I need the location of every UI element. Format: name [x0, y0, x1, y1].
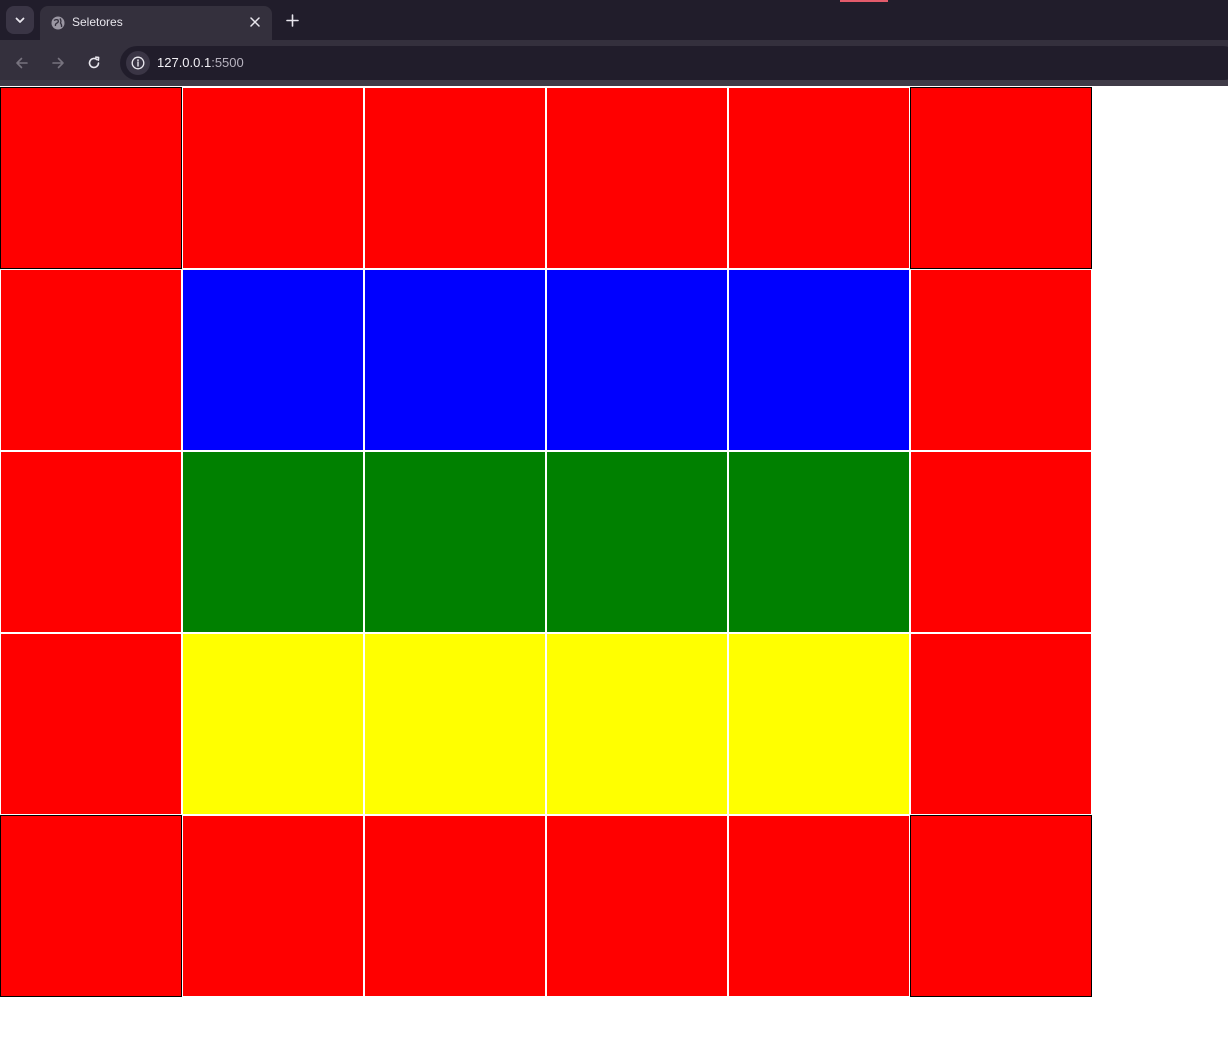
grid-box-blue: [546, 269, 728, 451]
globe-icon: [51, 16, 65, 30]
color-grid: [0, 87, 1092, 997]
arrow-right-icon: [52, 57, 64, 69]
grid-box-red: [910, 87, 1092, 269]
grid-box-red: [910, 269, 1092, 451]
tab-strip: Seletores: [0, 0, 1228, 40]
forward-button[interactable]: [46, 51, 70, 75]
reload-icon: [88, 56, 100, 69]
address-bar[interactable]: 127.0.0.1:5500: [120, 46, 1228, 80]
grid-box-red: [910, 633, 1092, 815]
grid-box-red: [910, 815, 1092, 997]
new-tab-button[interactable]: [281, 9, 303, 31]
grid-box-blue: [728, 269, 910, 451]
grid-box-red: [0, 451, 182, 633]
tab-close-button[interactable]: [246, 13, 264, 31]
grid-box-blue: [364, 269, 546, 451]
tab-title: Seletores: [72, 15, 123, 29]
grid-box-red: [546, 87, 728, 269]
url-port: :5500: [211, 55, 244, 70]
grid-box-green: [182, 451, 364, 633]
plus-icon: [285, 13, 299, 27]
grid-box-red: [182, 87, 364, 269]
chevron-down-icon: [15, 17, 25, 23]
toolbar-divider: [0, 80, 1228, 86]
address-url: 127.0.0.1:5500: [157, 55, 244, 71]
reload-button[interactable]: [82, 51, 106, 75]
page-viewport: [0, 87, 1228, 1040]
tab-seletores[interactable]: Seletores: [40, 6, 272, 40]
grid-box-red: [182, 815, 364, 997]
grid-box-green: [728, 451, 910, 633]
grid-box-red: [0, 633, 182, 815]
grid-box-red: [728, 87, 910, 269]
recording-indicator: [840, 0, 888, 2]
tab-search-button[interactable]: [6, 6, 34, 34]
grid-box-red: [0, 269, 182, 451]
grid-box-red: [0, 87, 182, 269]
grid-box-red: [910, 451, 1092, 633]
arrow-left-icon: [16, 57, 28, 69]
info-icon: [131, 56, 145, 70]
grid-box-green: [546, 451, 728, 633]
close-icon: [250, 17, 260, 27]
grid-box-red: [0, 815, 182, 997]
grid-box-green: [364, 451, 546, 633]
grid-box-yellow: [546, 633, 728, 815]
grid-box-yellow: [364, 633, 546, 815]
grid-box-red: [364, 815, 546, 997]
url-host: 127.0.0.1: [157, 55, 212, 70]
browser-window: Seletores 127.0.0.1:5500: [0, 0, 1228, 1040]
grid-box-red: [364, 87, 546, 269]
grid-box-red: [728, 815, 910, 997]
grid-box-red: [546, 815, 728, 997]
grid-box-yellow: [182, 633, 364, 815]
site-info-button[interactable]: [126, 51, 150, 75]
back-button[interactable]: [10, 51, 34, 75]
grid-box-yellow: [728, 633, 910, 815]
grid-box-blue: [182, 269, 364, 451]
